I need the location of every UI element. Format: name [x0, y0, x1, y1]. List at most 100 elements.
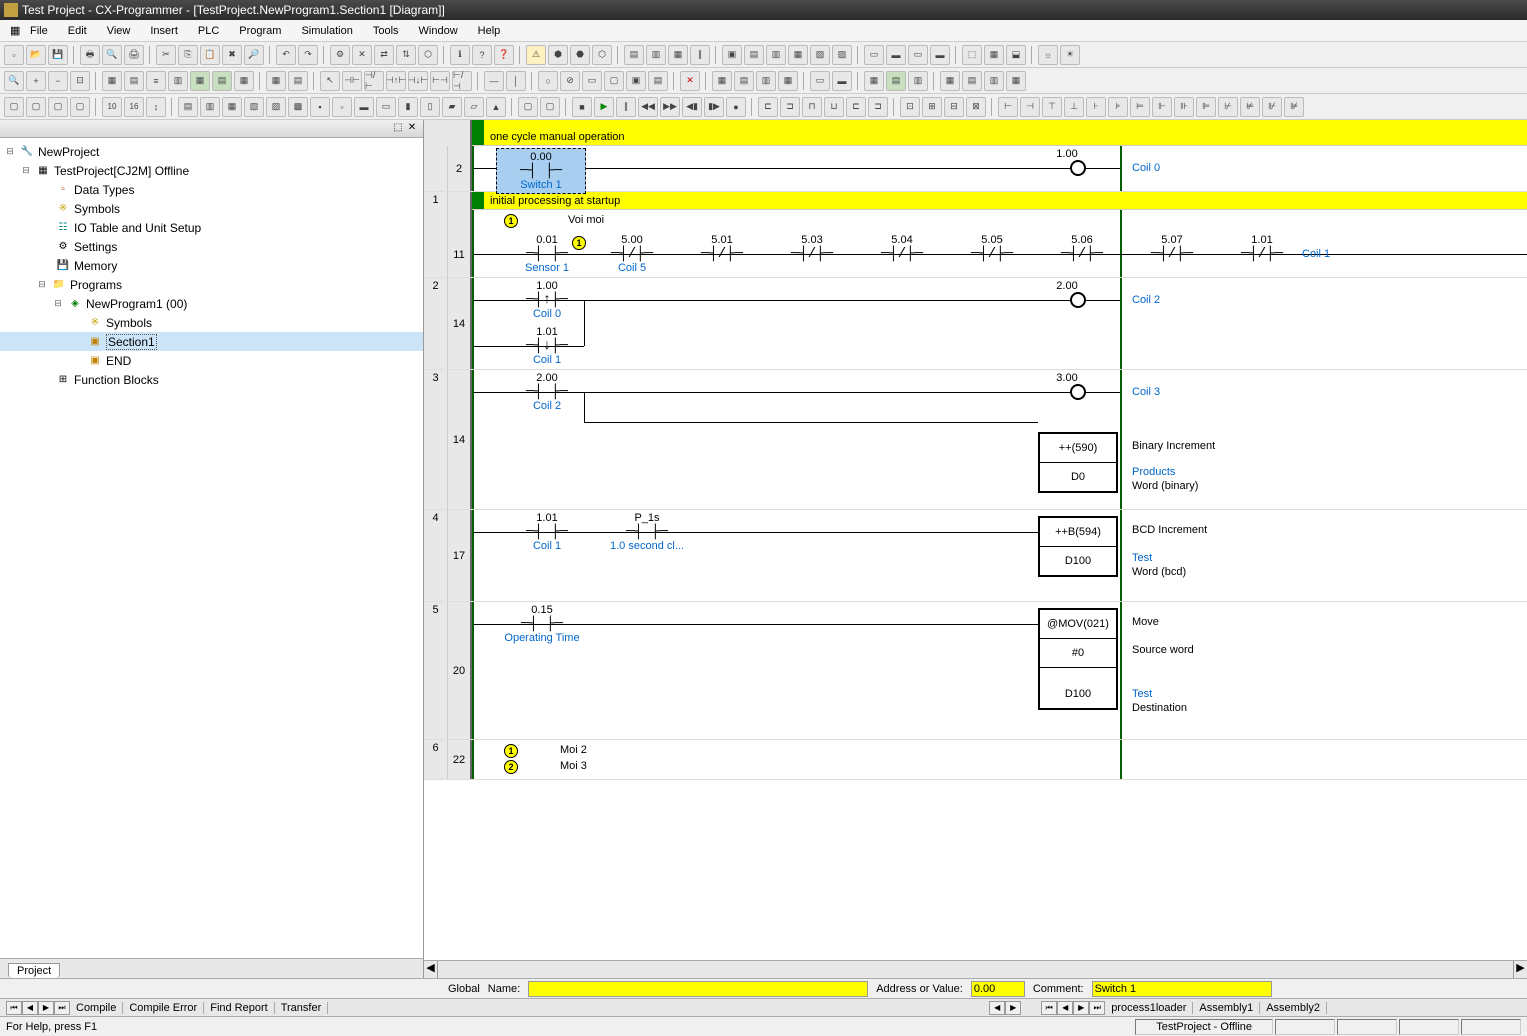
tool-g3[interactable]: ▦	[668, 45, 688, 65]
tool-print[interactable]: 🖶	[80, 45, 100, 65]
nav2-prev[interactable]: ◀	[989, 1001, 1005, 1015]
view-9[interactable]: ▤	[288, 71, 308, 91]
view-1[interactable]: ▦	[102, 71, 122, 91]
coil-nc[interactable]: ⊘	[560, 71, 580, 91]
contact-n[interactable]: ⊣↓⊢	[408, 71, 428, 91]
tab-transfer[interactable]: Transfer	[275, 1002, 329, 1014]
nav-prev[interactable]: ◀	[22, 1001, 38, 1015]
del-line[interactable]: ✕	[680, 71, 700, 91]
aa1[interactable]: ⊏	[758, 97, 778, 117]
menu-insert[interactable]: Insert	[140, 23, 188, 39]
cc1[interactable]: ⊢	[998, 97, 1018, 117]
contact-p[interactable]: ⊣↑⊢	[386, 71, 406, 91]
nav2-next[interactable]: ▶	[1005, 1001, 1021, 1015]
tree-end[interactable]: ▣END	[0, 351, 423, 370]
o1[interactable]: ▦	[864, 71, 884, 91]
bb2[interactable]: ⊞	[922, 97, 942, 117]
contact-507[interactable]: 5.07─┤/├─	[1142, 234, 1202, 262]
info-name-input[interactable]	[528, 981, 868, 997]
view-8[interactable]: ▦	[266, 71, 286, 91]
tree-programs[interactable]: ⊟📁Programs	[0, 275, 423, 294]
width-16[interactable]: 16	[124, 97, 144, 117]
tool-redo[interactable]: ↷	[298, 45, 318, 65]
zoom-out[interactable]: −	[48, 71, 68, 91]
p4[interactable]: ▦	[1006, 71, 1026, 91]
menu-file[interactable]: File	[20, 23, 58, 39]
menu-program[interactable]: Program	[229, 23, 291, 39]
coil-3-out[interactable]: 3.00	[1042, 372, 1092, 384]
func4[interactable]: ▤	[648, 71, 668, 91]
tool-save[interactable]: 💾	[48, 45, 68, 65]
aa5[interactable]: ⊏	[846, 97, 866, 117]
tool-cut[interactable]: ✂	[156, 45, 176, 65]
contact-coil0[interactable]: 1.00─┤↑├─Coil 0	[512, 280, 582, 320]
y12[interactable]: ▯	[420, 97, 440, 117]
y10[interactable]: ▭	[376, 97, 396, 117]
n1[interactable]: ▭	[810, 71, 830, 91]
zoom-sel[interactable]: ⊡	[70, 71, 90, 91]
aa2[interactable]: ⊐	[780, 97, 800, 117]
rung-6[interactable]: 5 20 0.15─┤ ├─Operating Time @MOV(021) #…	[424, 602, 1527, 740]
contact-no[interactable]: ⊣⊢	[342, 71, 362, 91]
tool-h3[interactable]: ▥	[766, 45, 786, 65]
contact-101[interactable]: 1.01─┤/├─	[1232, 234, 1292, 262]
tool-i3[interactable]: ▭	[908, 45, 928, 65]
tree-root[interactable]: ⊟🔧NewProject	[0, 142, 423, 161]
y6[interactable]: ▩	[288, 97, 308, 117]
coil[interactable]: ○	[538, 71, 558, 91]
view-4[interactable]: ▥	[168, 71, 188, 91]
x1[interactable]: ▢	[4, 97, 24, 117]
rung-1[interactable]: 2 0.00 ─┤ ├─ Switch 1 1.00 Coil 0	[424, 146, 1527, 192]
tool-undo[interactable]: ↶	[276, 45, 296, 65]
tool-j3[interactable]: ⬓	[1006, 45, 1026, 65]
ladder-diagram[interactable]: one cycle manual operation 2 0.00 ─┤ ├─ …	[424, 120, 1527, 978]
tool-copy[interactable]: ⎘	[178, 45, 198, 65]
y9[interactable]: ▬	[354, 97, 374, 117]
tool-g2[interactable]: ▥	[646, 45, 666, 65]
tree-pin-icon[interactable]: ⬚	[391, 122, 405, 136]
rung-3[interactable]: 2 14 1.00─┤↑├─Coil 0 1.01─┤↓├─Coil 1 2.0…	[424, 278, 1527, 370]
tab-find-report[interactable]: Find Report	[204, 1002, 274, 1014]
rung-2[interactable]: 11 0.01─┤ ├─Sensor 1 1 5.00─┤/├─Coil 5 5…	[424, 232, 1527, 278]
run-pause[interactable]: ∥	[616, 97, 636, 117]
contact-coil2[interactable]: 2.00─┤ ├─Coil 2	[512, 372, 582, 412]
bp[interactable]: ●	[726, 97, 746, 117]
rung-7[interactable]: 6 22 1 2 Moi 2 Moi 3	[424, 740, 1527, 780]
contact-nc[interactable]: ⊣/⊢	[364, 71, 384, 91]
cc14[interactable]: ⊯	[1284, 97, 1304, 117]
tool-h5[interactable]: ▧	[810, 45, 830, 65]
view-2[interactable]: ▤	[124, 71, 144, 91]
tree-settings[interactable]: ⚙Settings	[0, 237, 423, 256]
tool-b[interactable]: ✕	[352, 45, 372, 65]
bb1[interactable]: ⊡	[900, 97, 920, 117]
menu-tools[interactable]: Tools	[363, 23, 409, 39]
instr-increment[interactable]: ++(590) D0	[1038, 432, 1118, 493]
view-6[interactable]: ▤	[212, 71, 232, 91]
y7[interactable]: ▪	[310, 97, 330, 117]
marker-1[interactable]: 1	[504, 214, 518, 228]
step-fwd1[interactable]: ▮▶	[704, 97, 724, 117]
tree-close-icon[interactable]: ✕	[405, 122, 419, 136]
y8[interactable]: ▫	[332, 97, 352, 117]
x4[interactable]: ▢	[70, 97, 90, 117]
aa4[interactable]: ⊔	[824, 97, 844, 117]
tool-paste[interactable]: 📋	[200, 45, 220, 65]
contact-coil5[interactable]: 5.00─┤/├─Coil 5	[602, 234, 662, 274]
diagram-hscroll[interactable]: ◀ ▶	[424, 960, 1527, 978]
contact-506[interactable]: 5.06─┤/├─	[1052, 234, 1112, 262]
cc10[interactable]: ⊫	[1196, 97, 1216, 117]
tool-k2[interactable]: ☀	[1060, 45, 1080, 65]
scroll-right[interactable]: ▶	[1513, 961, 1527, 978]
cc13[interactable]: ⊮	[1262, 97, 1282, 117]
tab-compile-error[interactable]: Compile Error	[123, 1002, 204, 1014]
marker-1b[interactable]: 1	[572, 236, 586, 250]
aa6[interactable]: ⊐	[868, 97, 888, 117]
p2[interactable]: ▤	[962, 71, 982, 91]
tool-help[interactable]: ?	[472, 45, 492, 65]
menu-view[interactable]: View	[97, 23, 141, 39]
tree-symbols[interactable]: ※Symbols	[0, 199, 423, 218]
contact-505[interactable]: 5.05─┤/├─	[962, 234, 1022, 262]
width-10[interactable]: 10	[102, 97, 122, 117]
tab-compile[interactable]: Compile	[70, 1002, 123, 1014]
hline[interactable]: —	[484, 71, 504, 91]
